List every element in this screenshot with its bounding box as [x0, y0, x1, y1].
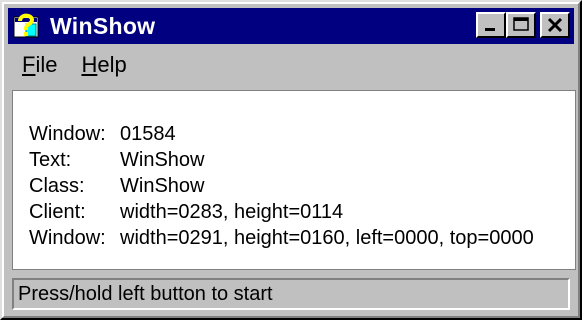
status-text: Press/hold left button to start [12, 278, 570, 310]
question-mark-window-icon[interactable] [12, 11, 42, 41]
menu-help-label: elp [97, 52, 127, 77]
info-row-text: Text: WinShow [29, 147, 534, 173]
maximize-button[interactable] [506, 12, 536, 38]
info-value: width=0291, height=0160, left=0000, top=… [120, 227, 534, 249]
menu-bar: File Help [8, 46, 574, 84]
info-key: Client: [29, 201, 86, 223]
menu-file[interactable]: File [18, 50, 61, 80]
window-info-table: Window: 01584 Text: WinShow Class: WinSh… [29, 121, 534, 251]
info-value: WinShow [120, 175, 205, 197]
info-value: WinShow [120, 149, 205, 171]
window-frame: WinShow File Help Window: 01584 Text: Wi… [2, 2, 580, 318]
close-icon [547, 17, 563, 33]
info-key: Window: [29, 123, 106, 145]
window-title: WinShow [50, 12, 156, 39]
minimize-button[interactable] [476, 12, 506, 38]
info-value: 01584 [120, 123, 176, 145]
client-area[interactable]: Window: 01584 Text: WinShow Class: WinSh… [12, 90, 576, 270]
app-window: WinShow File Help Window: 01584 Text: Wi… [0, 0, 582, 320]
minimize-icon [485, 28, 495, 31]
info-value: width=0283, height=0114 [120, 201, 344, 223]
info-row-client: Client: width=0283, height=0114 [29, 199, 534, 225]
close-button[interactable] [540, 12, 570, 38]
status-bar: Press/hold left button to start [8, 274, 574, 316]
info-row-window-handle: Window: 01584 [29, 121, 534, 147]
title-bar[interactable]: WinShow [8, 8, 574, 44]
info-key: Class: [29, 175, 85, 197]
menu-file-label: ile [35, 52, 58, 77]
menu-help[interactable]: Help [77, 50, 130, 80]
title-controls [476, 12, 570, 38]
menu-file-accel: F [22, 52, 36, 77]
info-row-window-rect: Window: width=0291, height=0160, left=00… [29, 225, 534, 251]
info-key: Text: [29, 149, 72, 171]
info-row-class: Class: WinShow [29, 173, 534, 199]
menu-help-accel: H [81, 52, 98, 77]
maximize-icon [513, 17, 529, 31]
info-key: Window: [29, 227, 106, 249]
